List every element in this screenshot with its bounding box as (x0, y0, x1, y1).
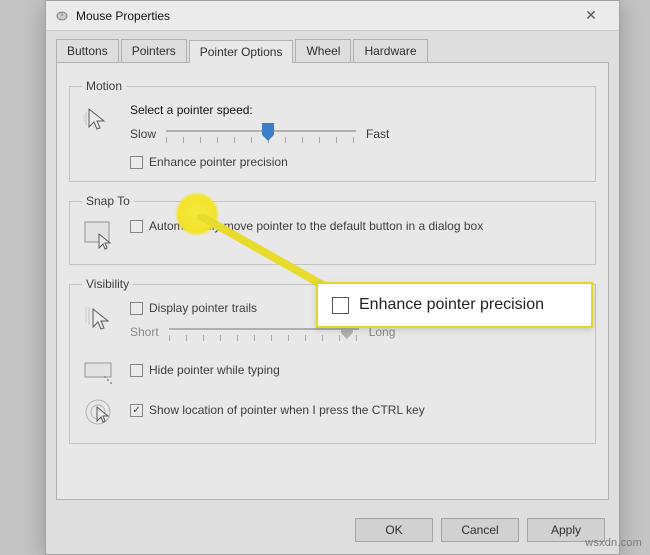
hide-typing-label: Hide pointer while typing (149, 363, 280, 377)
ctrl-locate-checkbox[interactable]: ✓ (130, 404, 143, 417)
titlebar: Mouse Properties ✕ (46, 1, 619, 31)
display-trails-checkbox[interactable] (130, 302, 143, 315)
hide-typing-checkbox[interactable] (130, 364, 143, 377)
slow-label: Slow (130, 127, 156, 141)
pointer-trails-icon (82, 301, 118, 335)
hide-typing-icon (82, 359, 118, 387)
pointer-speed-slider[interactable] (166, 123, 356, 145)
dialog-buttons: OK Cancel Apply (46, 510, 619, 550)
motion-group: Motion Select a pointer speed: Slow (69, 79, 596, 182)
tab-wheel[interactable]: Wheel (295, 39, 351, 62)
visibility-legend: Visibility (82, 277, 133, 291)
close-button[interactable]: ✕ (571, 7, 611, 24)
snap-to-group: Snap To Automatically move pointer to th… (69, 194, 596, 265)
ctrl-locate-icon (82, 397, 118, 431)
enhance-precision-label: Enhance pointer precision (149, 155, 288, 169)
ok-button[interactable]: OK (355, 518, 433, 542)
cancel-button[interactable]: Cancel (441, 518, 519, 542)
motion-legend: Motion (82, 79, 126, 93)
tab-panel: Motion Select a pointer speed: Slow (56, 62, 609, 500)
pointer-speed-icon (82, 103, 118, 137)
tab-hardware[interactable]: Hardware (353, 39, 427, 62)
tab-pointers[interactable]: Pointers (121, 39, 187, 62)
enhance-precision-checkbox[interactable] (130, 156, 143, 169)
tab-pointer-options[interactable]: Pointer Options (189, 40, 294, 63)
window-title: Mouse Properties (76, 9, 170, 23)
highlight-spot (175, 192, 219, 236)
snap-legend: Snap To (82, 194, 134, 208)
fast-label: Fast (366, 127, 389, 141)
callout-checkbox[interactable] (332, 297, 349, 314)
mouse-icon (54, 10, 70, 22)
tab-buttons[interactable]: Buttons (56, 39, 119, 62)
watermark: wsxdn.com (585, 537, 642, 549)
tab-strip: Buttons Pointers Pointer Options Wheel H… (56, 39, 609, 63)
callout-box: Enhance pointer precision (316, 282, 593, 328)
snap-to-icon (82, 218, 118, 252)
speed-label: Select a pointer speed: (130, 103, 583, 117)
callout-label: Enhance pointer precision (359, 296, 544, 314)
display-trails-label: Display pointer trails (149, 301, 257, 315)
short-label: Short (130, 325, 159, 339)
ctrl-locate-label: Show location of pointer when I press th… (149, 403, 425, 417)
snap-to-checkbox[interactable] (130, 220, 143, 233)
mouse-properties-window: Mouse Properties ✕ Buttons Pointers Poin… (45, 0, 620, 555)
